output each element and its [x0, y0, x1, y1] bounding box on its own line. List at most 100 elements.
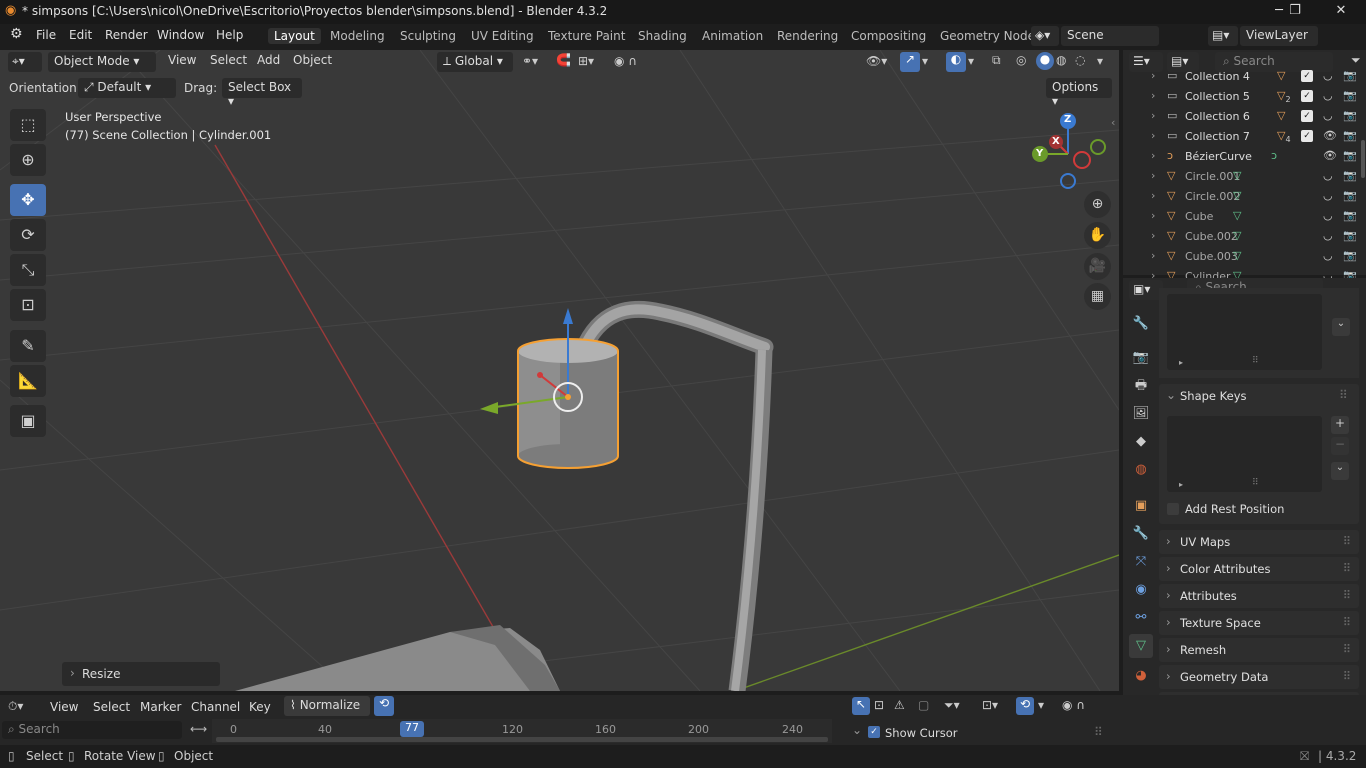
shape-keys-resize-handle[interactable]: ⠿ — [1252, 478, 1259, 488]
upper-list-box[interactable]: ▸ ⠿ — [1167, 294, 1322, 370]
drag-dropdown[interactable]: Select Box ▾ — [222, 78, 302, 108]
shape-keys-list[interactable]: ▸ ⠿ — [1167, 416, 1322, 492]
shading-dropdown-icon[interactable]: ▾ — [1097, 54, 1103, 68]
tab-geometry-nodes[interactable]: Geometry Node — [934, 28, 1041, 44]
exclude-checkbox[interactable]: ✓ — [1301, 90, 1313, 102]
transform-tool[interactable]: ⊡ — [10, 289, 46, 321]
shape-keys-chevron-icon[interactable]: ⌄ — [1166, 388, 1176, 402]
tab-shading[interactable]: Shading — [632, 28, 693, 44]
visibility-icon[interactable]: 👁▾ — [866, 54, 887, 68]
frame-ruler[interactable]: 0 40 120 160 200 240 77 — [212, 719, 832, 743]
solid-shading-icon[interactable]: ● — [1036, 52, 1054, 70]
current-frame-indicator[interactable]: 77 — [400, 721, 424, 737]
expand-arrow-icon[interactable]: › — [1151, 69, 1155, 82]
constraints-tab-icon[interactable]: ⚯ — [1129, 606, 1153, 630]
viewport-3d[interactable]: ⌖▾ Object Mode ▾ View Select Add Object … — [0, 50, 1119, 691]
expand-arrow-icon[interactable]: › — [1151, 189, 1155, 202]
snap-icon[interactable]: 🧲 — [556, 53, 571, 67]
fcurve-icon[interactable]: ▢ — [918, 698, 929, 712]
rotate-tool[interactable]: ⟳ — [10, 219, 46, 251]
exclude-checkbox[interactable]: ✓ — [1301, 70, 1313, 82]
camera-icon[interactable]: 📷 — [1343, 209, 1357, 222]
camera-icon[interactable]: 📷 — [1343, 109, 1357, 122]
measure-tool[interactable]: 📐 — [10, 365, 46, 397]
viewport-object-menu[interactable]: Object — [293, 53, 332, 67]
pivot-icon[interactable]: ⚭▾ — [522, 54, 538, 68]
timeline-editor[interactable]: ⏱▾ View Select Marker Channel Key ⌇ Norm… — [0, 695, 1366, 745]
menu-help[interactable]: Help — [216, 28, 243, 42]
shape-keys-expand-icon[interactable]: ▸ — [1179, 480, 1183, 489]
object-mode-dropdown[interactable]: Object Mode ▾ — [48, 52, 156, 72]
tab-compositing[interactable]: Compositing — [845, 28, 932, 44]
properties-editor[interactable]: ▣▾ ⌕ Search ⌄ 🔧 📷 🖶 🖼 ◆ ◍ ▣ 🔧 ⤧ ◉ ⚯ ▽ ◕ … — [1123, 278, 1366, 744]
snap-target-icon[interactable]: ⊞▾ — [578, 54, 594, 68]
timeline-marker-menu[interactable]: Marker — [140, 700, 181, 714]
camera-icon[interactable]: 📷 — [1343, 89, 1357, 102]
modifier-tab-icon[interactable]: 🔧 — [1129, 522, 1153, 546]
options-dropdown[interactable]: Options ▾ — [1046, 78, 1112, 108]
timeline-scrollbar[interactable] — [216, 737, 828, 742]
panel-drag-icon[interactable]: ⠿ — [1343, 669, 1351, 683]
outliner-scrollbar[interactable] — [1361, 140, 1365, 178]
physics-tab-icon[interactable]: ◉ — [1129, 578, 1153, 602]
camera-icon[interactable]: 📷 — [1343, 69, 1357, 82]
camera-view-icon[interactable]: 🎥 — [1084, 253, 1111, 280]
hidden-eye-icon[interactable]: ◡ — [1323, 69, 1333, 82]
tab-animation[interactable]: Animation — [696, 28, 769, 44]
tab-sculpting[interactable]: Sculpting — [394, 28, 462, 44]
object-tab-icon[interactable]: ▣ — [1129, 494, 1153, 518]
timeline-select-menu[interactable]: Select — [93, 700, 130, 714]
properties-panel-header[interactable]: › Attributes ⠿ — [1159, 584, 1359, 608]
overlay-toggle-icon[interactable]: ◐ — [946, 52, 966, 72]
gizmo-toggle-icon[interactable]: ↗ — [900, 52, 920, 72]
particles-tab-icon[interactable]: ⤧ — [1129, 550, 1153, 574]
tab-texture-paint[interactable]: Texture Paint — [542, 28, 631, 44]
outliner-row[interactable]: › ▭ Collection 7 ▽4 ✓ 👁 📷 — [1123, 127, 1366, 147]
hidden-eye-icon[interactable]: ◡ — [1323, 209, 1333, 222]
outliner-row[interactable]: › ▭ Collection 5 ▽2 ✓ ◡ 📷 — [1123, 87, 1366, 107]
outliner-row[interactable]: › ▽ Cube.002 ▽ ◡ 📷 — [1123, 227, 1366, 247]
timeline-autokey-icon[interactable]: ⟲ — [1016, 697, 1034, 715]
view-layer-tab-icon[interactable]: 🖼 — [1129, 402, 1153, 426]
outliner[interactable]: ☰▾ ▤▾ ⌕ Search ⏷ › ▭ Collection 4 ▽ ✓ ◡ 📷 › ▭ Col… — [1123, 50, 1366, 283]
camera-icon[interactable]: 📷 — [1343, 189, 1357, 202]
tab-modeling[interactable]: Modeling — [324, 28, 391, 44]
filter-icon[interactable]: ⏷ — [1351, 53, 1361, 68]
editor-type-icon[interactable]: ⌖▾ — [8, 52, 42, 72]
outliner-row[interactable]: › ▽ Cube ▽ ◡ 📷 — [1123, 207, 1366, 227]
outliner-row[interactable]: › ▽ Circle.002 ▽ ◡ 📷 — [1123, 187, 1366, 207]
expand-arrow-icon[interactable]: › — [1151, 109, 1155, 122]
tab-layout[interactable]: Layout — [268, 28, 321, 44]
outliner-row[interactable]: › ▭ Collection 4 ▽ ✓ ◡ 📷 — [1123, 67, 1366, 87]
render-tab-icon[interactable]: 📷 — [1129, 346, 1153, 370]
expand-arrow-icon[interactable]: › — [1151, 149, 1155, 162]
shape-keys-header[interactable]: Shape Keys — [1180, 389, 1247, 403]
hidden-eye-icon[interactable]: ◡ — [1323, 169, 1333, 182]
panel-drag-icon[interactable]: ⠿ — [1343, 534, 1351, 548]
properties-panel-header[interactable]: › Texture Space ⠿ — [1159, 611, 1359, 635]
timeline-snap-icon[interactable]: ⊡▾ — [982, 698, 998, 712]
proportional-edit-icon[interactable]: ◉ ∩ — [614, 54, 637, 68]
panel-drag-icon[interactable]: ⠿ — [1343, 588, 1351, 602]
camera-icon[interactable]: 📷 — [1343, 169, 1357, 182]
viewport-view-menu[interactable]: View — [168, 53, 196, 67]
hidden-eye-icon[interactable]: ◡ — [1323, 229, 1333, 242]
menu-window[interactable]: Window — [157, 28, 204, 42]
zoom-icon[interactable]: ⊕ — [1084, 191, 1111, 218]
only-selected-icon[interactable]: ↖ — [852, 697, 870, 715]
timeline-editor-type-icon[interactable]: ⏱▾ — [8, 699, 23, 714]
scene-browse-icon[interactable]: ◈▾ — [1031, 26, 1059, 46]
pan-hand-icon[interactable]: ✋ — [1084, 222, 1111, 249]
panel-drag-icon[interactable]: ⠿ — [1343, 642, 1351, 656]
view-layer-field[interactable]: ViewLayer — [1240, 26, 1318, 46]
timeline-proportional-icon[interactable]: ◉ ∩ — [1062, 698, 1085, 712]
tab-uv-editing[interactable]: UV Editing — [465, 28, 540, 44]
move-tool[interactable]: ✥ — [10, 184, 46, 216]
cursor-tool[interactable]: ⊕ — [10, 144, 46, 176]
viewport-select-menu[interactable]: Select — [210, 53, 247, 67]
overlay-dropdown-icon[interactable]: ▾ — [968, 54, 974, 68]
timeline-filter-icon[interactable]: ⏷▾ — [944, 698, 960, 713]
show-cursor-drag-icon[interactable]: ⠿ — [1094, 725, 1103, 739]
expand-arrow-icon[interactable]: › — [1151, 89, 1155, 102]
hidden-eye-icon[interactable]: ◡ — [1323, 109, 1333, 122]
